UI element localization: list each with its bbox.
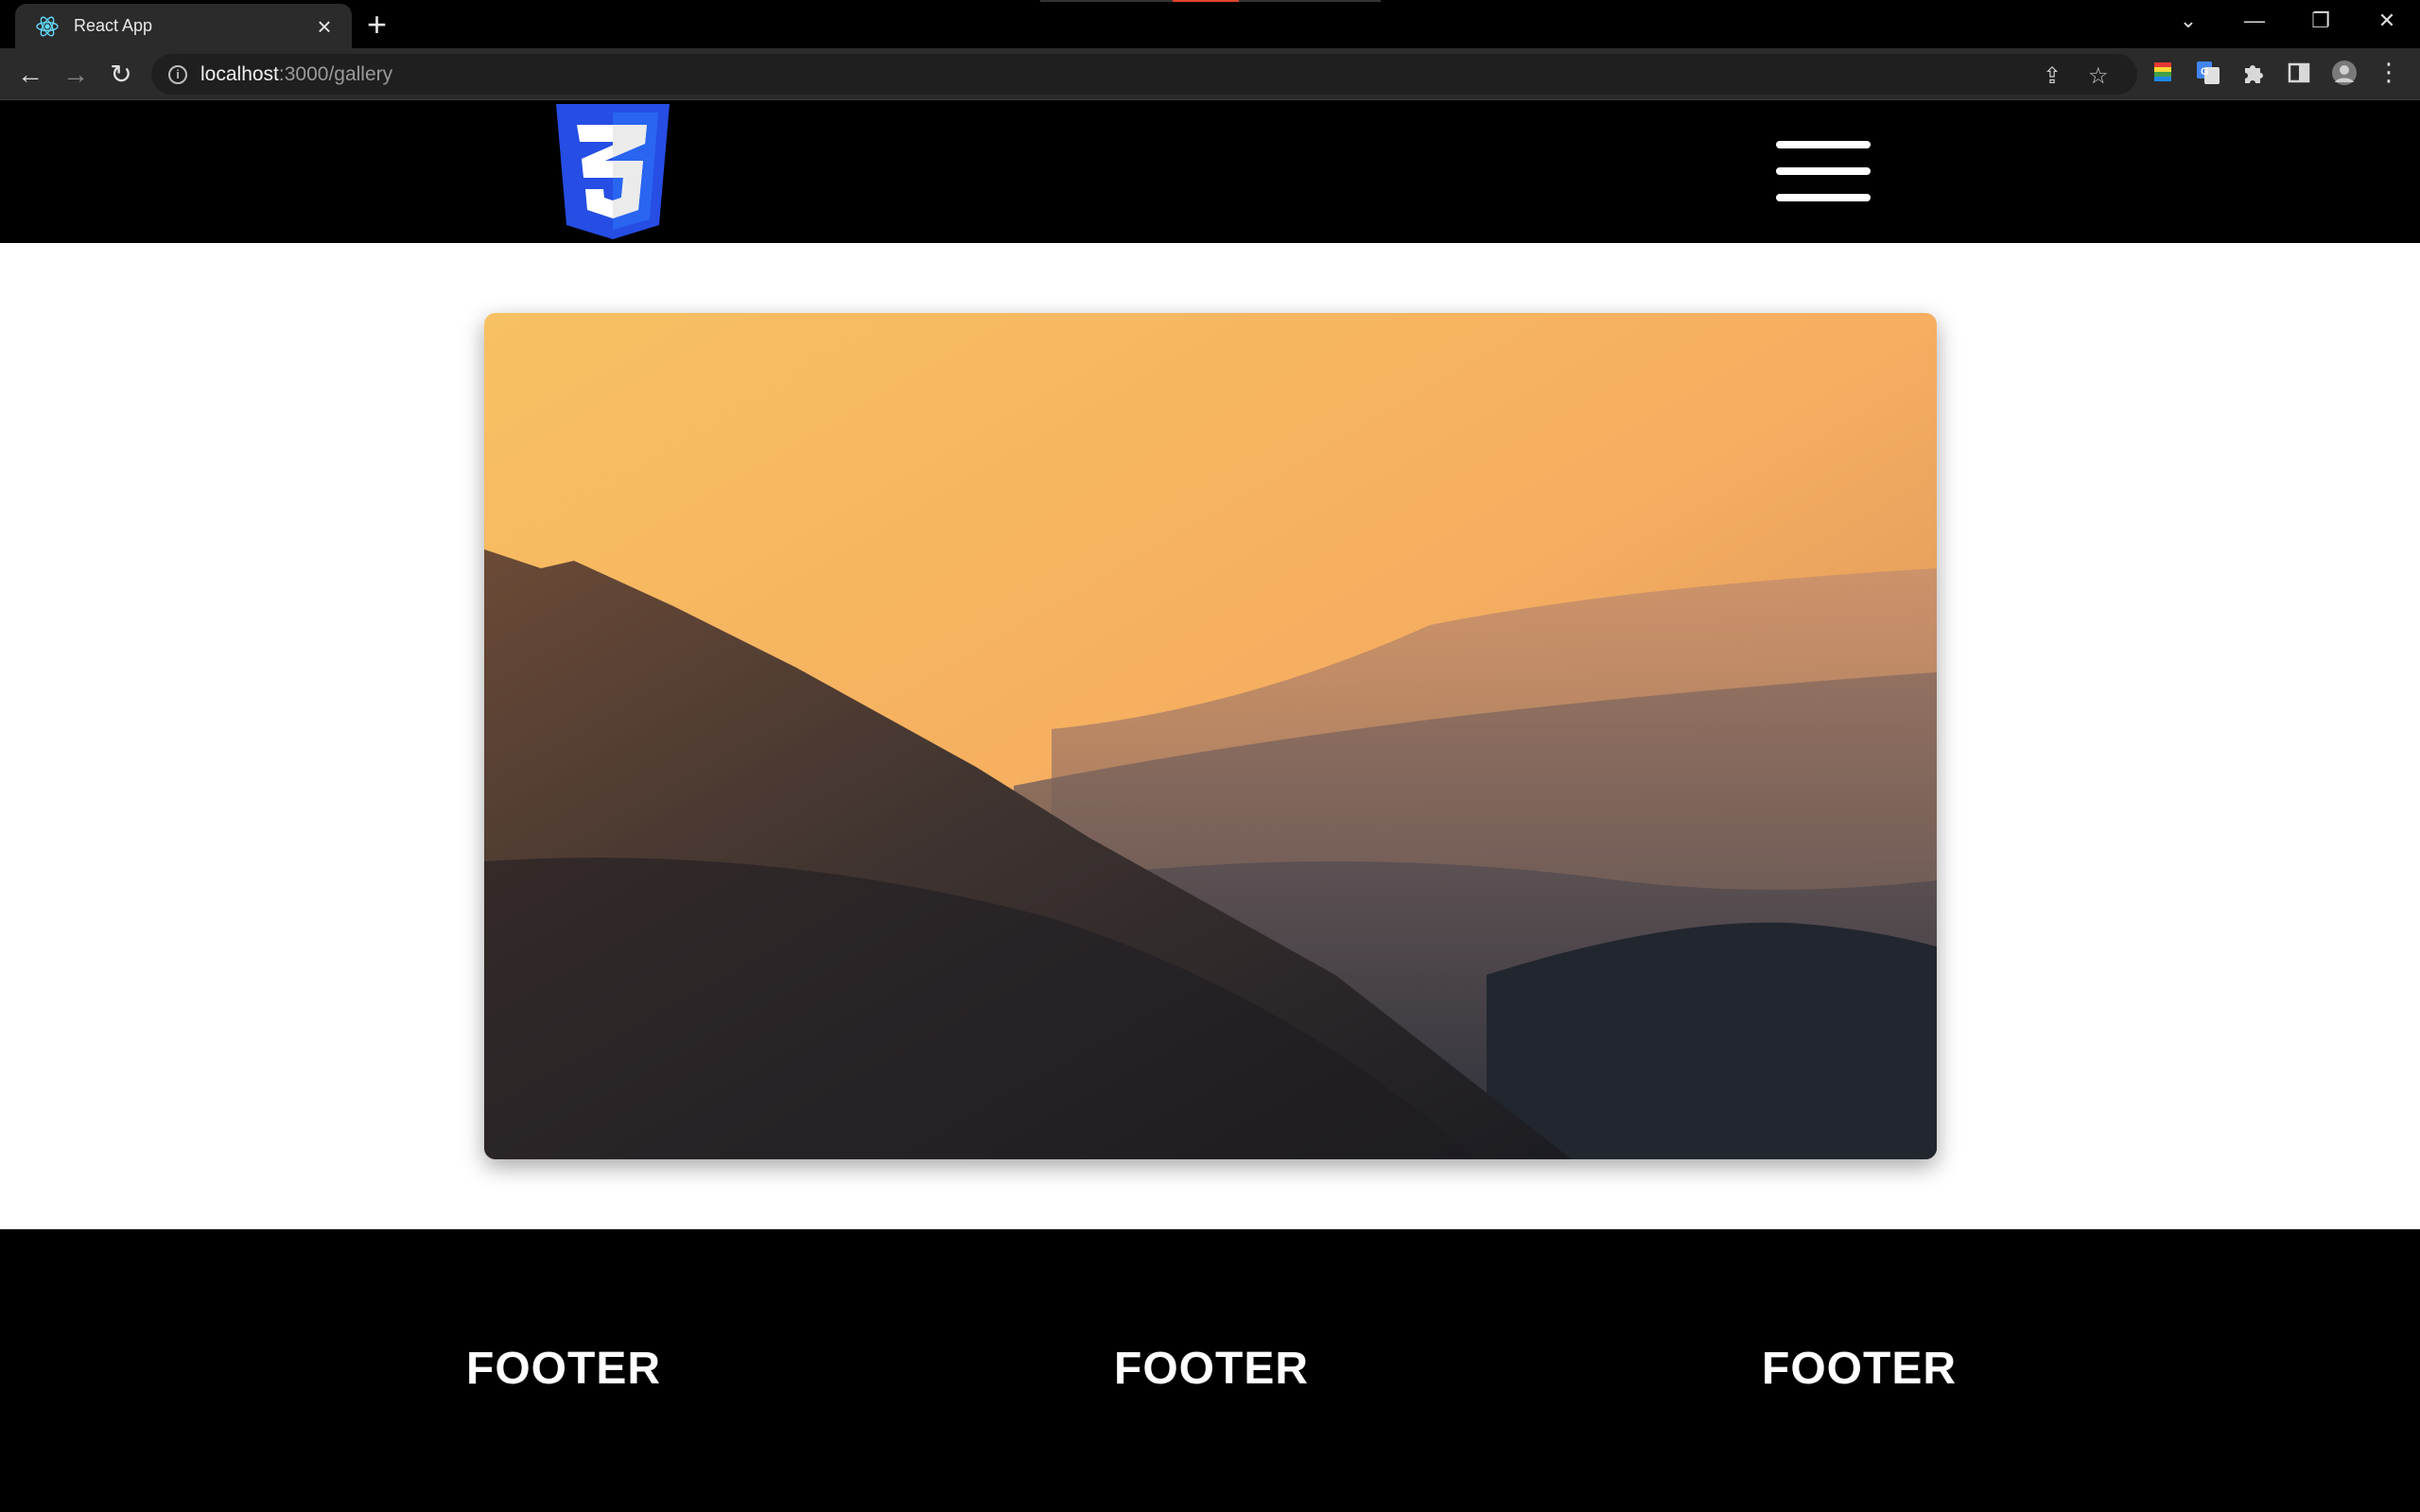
reload-icon[interactable]: ↻ <box>104 58 138 92</box>
new-tab-button[interactable]: + <box>367 8 387 42</box>
address-bar[interactable]: i localhost:3000/gallery ⇪ ☆ <box>151 54 2137 95</box>
footer-column-1: FOOTER <box>466 1344 661 1394</box>
share-icon[interactable]: ⇪ <box>2043 62 2062 90</box>
svg-text:G: G <box>2201 66 2209 78</box>
restore-window-button[interactable]: ❐ <box>2288 9 2354 33</box>
profile-avatar-icon[interactable] <box>2330 59 2359 87</box>
browser-toolbar: ← → ↻ i localhost:3000/gallery ⇪ ☆ <box>0 48 2420 100</box>
mountain-landscape-image <box>484 313 1937 1159</box>
url-path: :3000/gallery <box>278 62 393 85</box>
extension-colorful-icon[interactable] <box>2149 59 2177 87</box>
browser-tab-active[interactable]: React App × <box>15 4 352 48</box>
forward-arrow-icon[interactable]: → <box>59 58 93 92</box>
window-controls: ⌄ — ❐ ✕ <box>2155 0 2420 42</box>
browser-tab-strip: React App × + ⌄ — ❐ ✕ <box>0 0 2420 48</box>
site-header <box>0 100 2420 243</box>
browser-menu-icon[interactable]: ⋮ <box>2372 55 2406 89</box>
google-translate-icon[interactable]: G <box>2194 59 2222 87</box>
footer-column-3: FOOTER <box>1762 1344 1957 1394</box>
tab-title: React App <box>74 16 153 35</box>
extensions-puzzle-icon[interactable] <box>2239 59 2268 87</box>
site-info-icon[interactable]: i <box>168 64 187 84</box>
window-drag-indicator <box>1040 0 1381 2</box>
tab-search-dropdown-icon[interactable]: ⌄ <box>2155 9 2221 33</box>
bookmark-star-icon[interactable]: ☆ <box>2088 62 2109 90</box>
url-host: localhost <box>200 62 279 85</box>
hamburger-menu-icon[interactable] <box>1776 141 1871 201</box>
back-arrow-icon[interactable]: ← <box>13 58 47 92</box>
footer-column-2: FOOTER <box>1114 1344 1309 1394</box>
gallery-image[interactable] <box>484 313 1937 1159</box>
css3-logo-icon[interactable] <box>552 104 673 239</box>
side-panel-icon[interactable] <box>2285 59 2313 87</box>
minimize-window-button[interactable]: — <box>2221 9 2288 33</box>
tab-close-icon[interactable]: × <box>310 14 339 39</box>
page-content: FOOTER FOOTER FOOTER <box>0 100 2420 1512</box>
site-footer: FOOTER FOOTER FOOTER <box>0 1229 2420 1512</box>
close-window-button[interactable]: ✕ <box>2354 9 2420 33</box>
react-favicon-icon <box>36 16 59 36</box>
